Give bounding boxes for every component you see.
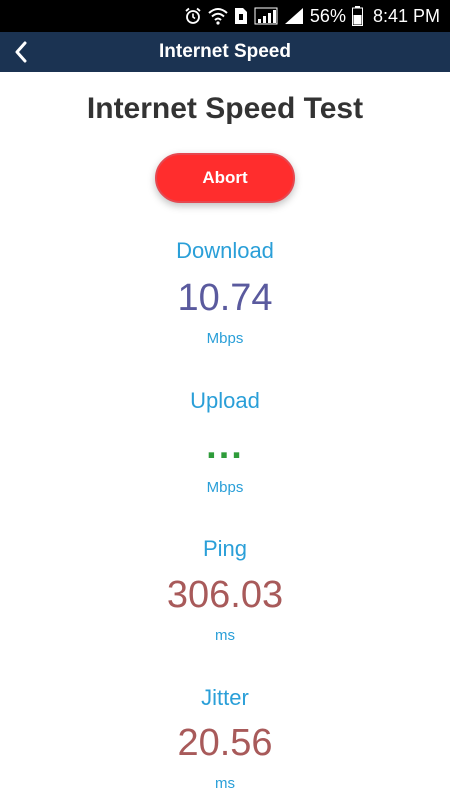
app-bar: Internet Speed: [0, 32, 450, 72]
upload-value: ...: [206, 425, 244, 467]
back-button[interactable]: [6, 32, 36, 72]
alarm-icon: [185, 7, 201, 24]
wifi-icon: [208, 8, 228, 25]
jitter-unit: ms: [215, 775, 235, 792]
download-unit: Mbps: [206, 330, 244, 347]
battery-percent: 56%: [309, 5, 346, 26]
jitter-value: 20.56: [177, 722, 273, 764]
upload-unit: Mbps: [206, 479, 244, 496]
chevron-left-icon: [15, 41, 27, 63]
sim-icon: [234, 8, 247, 24]
battery-icon: [351, 6, 363, 26]
abort-button[interactable]: Abort: [155, 153, 295, 203]
download-label: Download: [176, 238, 274, 263]
ping-label: Ping: [202, 536, 248, 561]
app-bar-title: Internet Speed: [159, 41, 291, 62]
status-time: 8:41 PM: [372, 5, 440, 26]
download-value: 10.74: [177, 277, 273, 319]
ping-value: 306.03: [166, 574, 284, 616]
upload-label: Upload: [190, 388, 260, 413]
signal-icon-2: [284, 8, 303, 24]
ping-unit: ms: [215, 627, 235, 644]
signal-icon: [254, 7, 278, 25]
jitter-label: Jitter: [201, 685, 249, 710]
status-bar: 56% 8:41 PM: [0, 0, 450, 32]
page-title: Internet Speed Test: [86, 92, 364, 125]
